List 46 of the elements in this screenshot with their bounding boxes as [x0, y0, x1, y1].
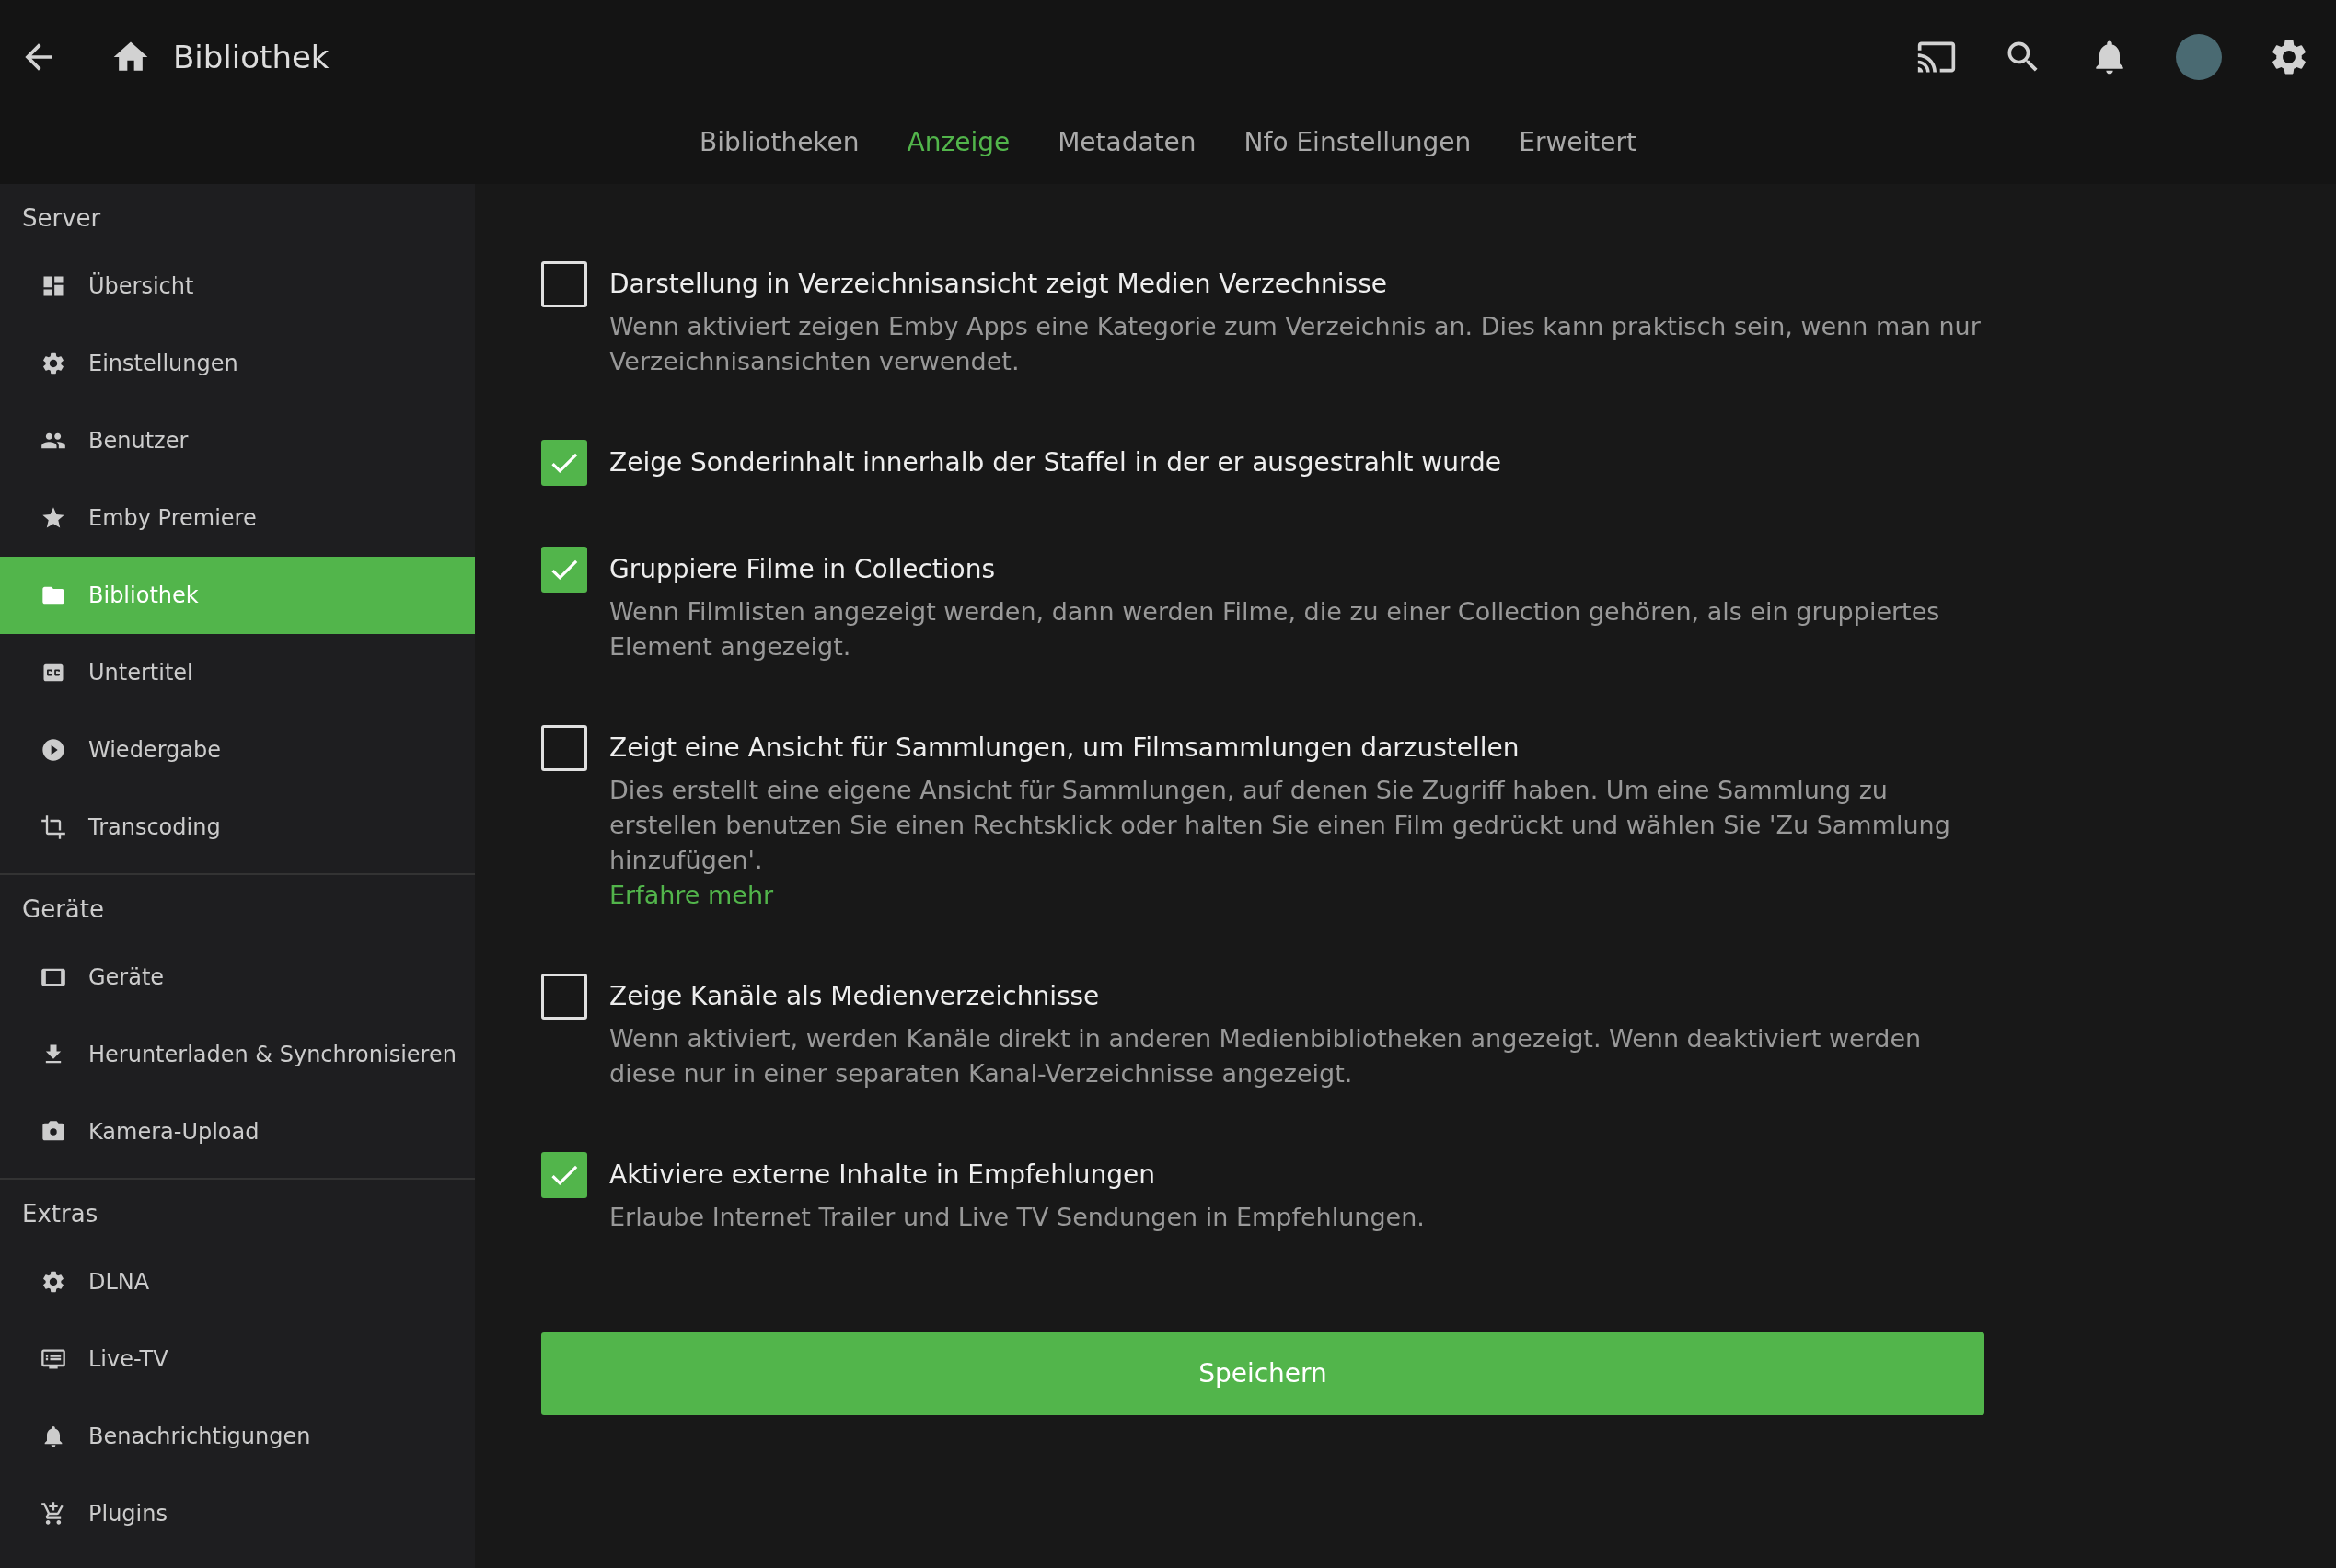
sidebar-item[interactable]: Übersicht	[0, 248, 475, 325]
gear-icon	[40, 1269, 66, 1295]
sidebar-item[interactable]: Untertitel	[0, 634, 475, 711]
sidebar-item[interactable]: Geräte	[0, 939, 475, 1016]
checkbox[interactable]	[541, 1152, 587, 1198]
sidebar-item[interactable]: Kamera-Upload	[0, 1093, 475, 1170]
sidebar-item[interactable]: Emby Premiere	[0, 479, 475, 557]
setting-label: Aktiviere externe Inhalte in Empfehlungen	[609, 1159, 1156, 1192]
section-heading: Extras	[21, 1199, 99, 1229]
tab[interactable]: Metadaten	[1058, 123, 1197, 162]
sidebar-item[interactable]: Benachrichtigungen	[0, 1398, 475, 1475]
tab[interactable]: Erweitert	[1519, 123, 1637, 162]
setting-label: Gruppiere Filme in Collections	[609, 553, 997, 586]
play-icon	[40, 737, 66, 763]
tab[interactable]: Bibliotheken	[699, 123, 860, 162]
setting-label: Darstellung in Verzeichnisansicht zeigt Medien Verzechnisse	[609, 268, 1389, 301]
checkbox[interactable]	[541, 261, 587, 307]
sidebar-item[interactable]: Transcoding	[0, 789, 475, 866]
checkbox[interactable]	[541, 974, 587, 1020]
gear-icon	[40, 351, 66, 376]
user-avatar[interactable]	[2176, 34, 2222, 80]
setting-description: Wenn aktiviert zeigen Emby Apps eine Kategorie zum Verzeichnis an. Dies kann praktisch sein, wenn man nur Verzeichnisansichten verwendet.	[609, 311, 1982, 377]
setting-description: Wenn Filmlisten angezeigt werden, dann werden Filme, die zu einer Collection gehören, als ein gruppiertes Element angezeigt.	[609, 596, 1941, 663]
checkbox[interactable]	[541, 547, 587, 593]
sidebar-item[interactable]: Wiedergabe	[0, 711, 475, 789]
sidebar-item[interactable]: Plugins	[0, 1475, 475, 1552]
learn-more-link[interactable]: Erfahre mehr	[609, 881, 774, 909]
setting-label: Zeigt eine Ansicht für Sammlungen, um Filmsammlungen darzustellen	[609, 732, 1521, 765]
page-title: Bibliothek	[173, 37, 330, 77]
section-heading: Server	[21, 203, 102, 234]
sidebar-item[interactable]: Benutzer	[0, 402, 475, 479]
setting-description: Dies erstellt eine eigene Ansicht für Sammlungen, auf denen Sie Zugriff haben. Um eine Sammlung zu erstellen benutzen Sie einen Rechtsklick oder halten Sie einen Film gedrückt und wählen Sie 'Zu Sammlung hinzufügen'.	[609, 775, 1951, 876]
tab[interactable]: Nfo Einstellungen	[1243, 123, 1472, 162]
checkbox[interactable]	[541, 440, 587, 486]
setting-label: Zeige Kanäle als Medienverzeichnisse	[609, 980, 1101, 1013]
section-heading: Geräte	[21, 894, 105, 925]
sidebar-item[interactable]: DLNA	[0, 1243, 475, 1320]
checkbox[interactable]	[541, 725, 587, 771]
crop-icon	[40, 814, 66, 840]
setting-description: Wenn aktiviert, werden Kanäle direkt in anderen Medienbibliotheken angezeigt. Wenn deaktiviert werden diese nur in einer separaten Kanal-Verzeichnisse angezeigt.	[609, 1023, 1923, 1090]
tab[interactable]: Anzeige	[907, 123, 1011, 162]
setting-label: Zeige Sonderinhalt innerhalb der Staffel in der er ausgestrahlt wurde	[609, 446, 1501, 479]
sidebar-item[interactable]: Live-TV	[0, 1320, 475, 1398]
setting-description: Erlaube Internet Trailer und Live TV Sendungen in Empfehlungen.	[609, 1202, 1425, 1233]
sidebar-item[interactable]: Herunterladen & Synchronisieren	[0, 1016, 475, 1093]
sidebar-item[interactable]: Einstellungen	[0, 325, 475, 402]
